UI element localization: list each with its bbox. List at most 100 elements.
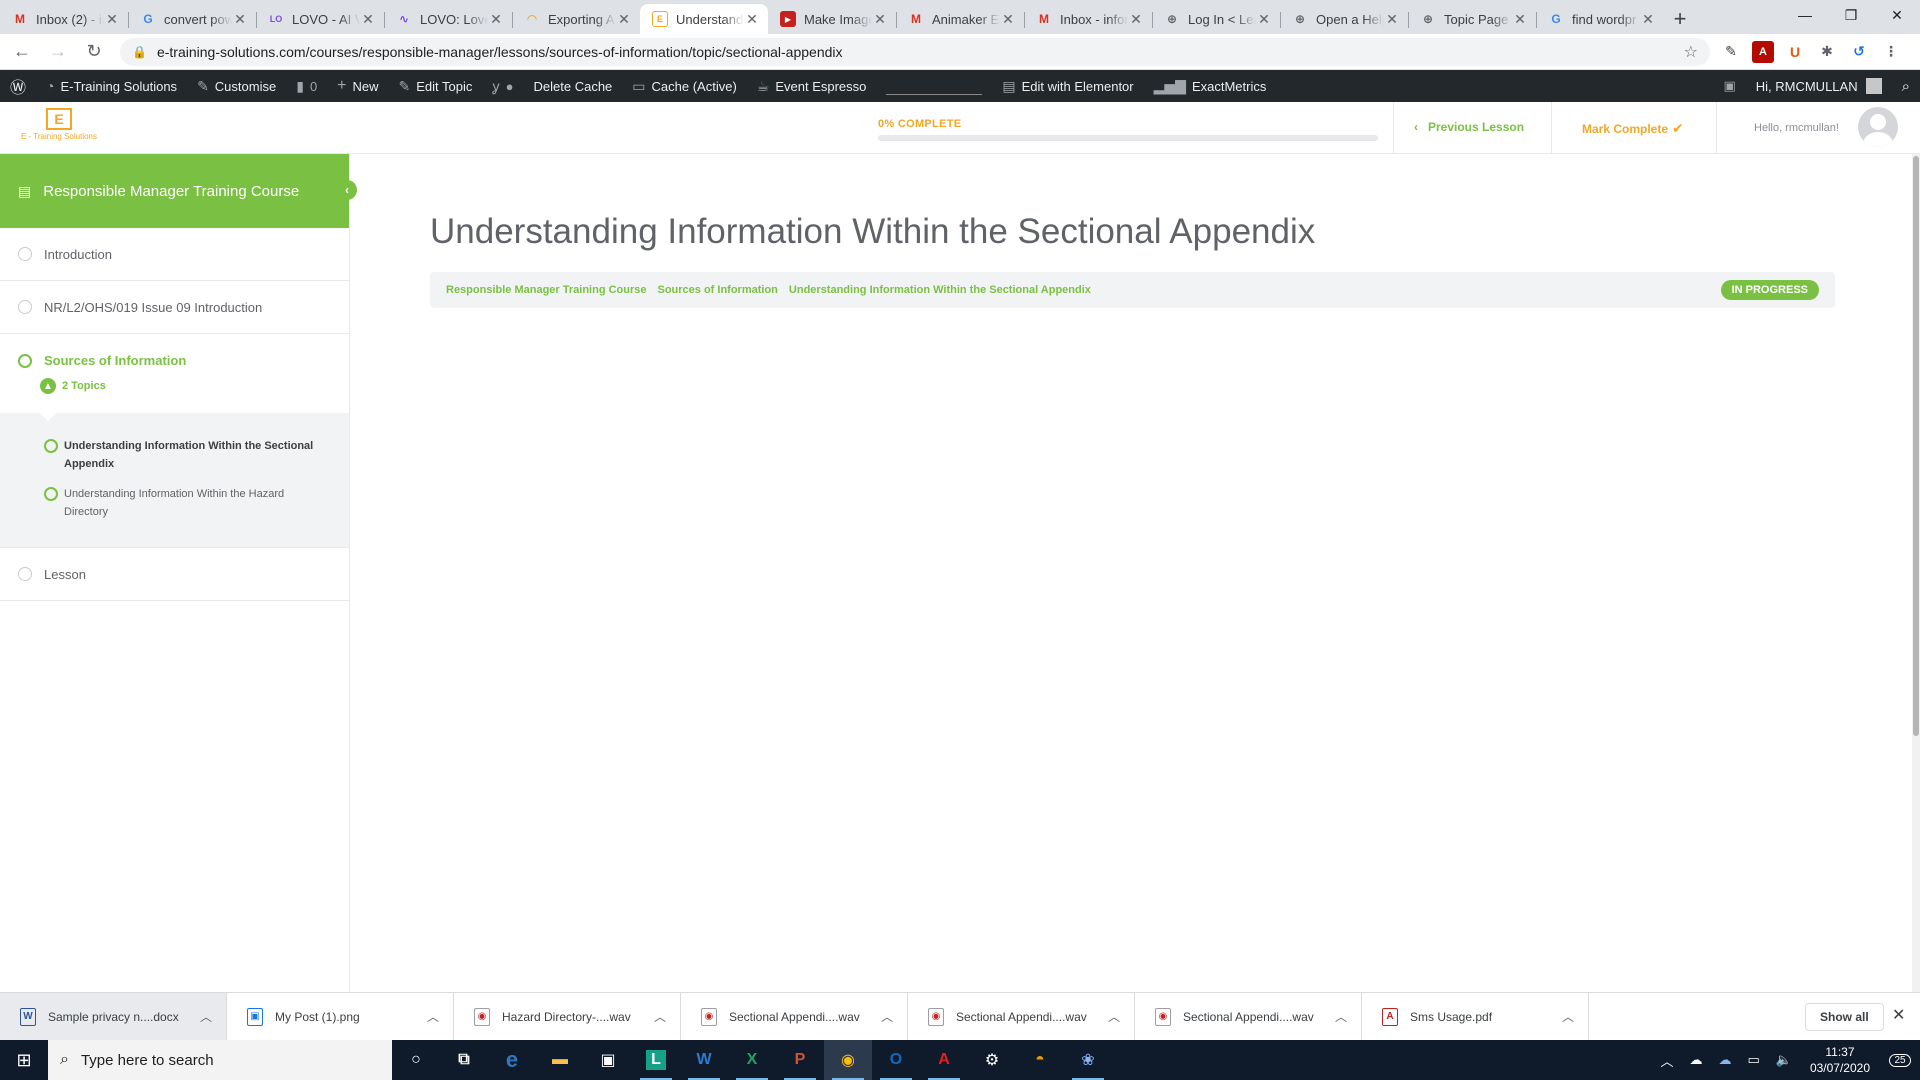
restore-icon[interactable]: ❐ (1828, 0, 1874, 30)
comments-link[interactable]: ▮ 0 (286, 70, 327, 102)
wordpress-logo-icon[interactable]: Ⓦ (0, 70, 36, 102)
close-icon[interactable]: ✕ (104, 11, 120, 28)
address-bar[interactable]: 🔒 e-training-solutions.com/courses/respo… (120, 37, 1710, 66)
download-item[interactable]: ▣ My Post (1).png ︿ (227, 992, 454, 1041)
admin-search-icon[interactable]: ⌕ (1892, 70, 1920, 102)
download-item[interactable]: ◉ Sectional Appendi....wav ︿ (681, 992, 908, 1041)
browser-tab[interactable]: M Animaker En ✕ (896, 4, 1024, 34)
browser-tab[interactable]: ⊕Topic Page C✕ (1408, 4, 1536, 34)
sidebar-lesson-item[interactable]: Introduction (0, 228, 349, 281)
topic-item[interactable]: Understanding Information Within the Haz… (44, 485, 331, 521)
site-name-link[interactable]: ◔ E-Training Solutions (36, 70, 187, 102)
exactmetrics-link[interactable]: ▂▅▇ ExactMetrics (1144, 70, 1277, 102)
close-icon[interactable]: ✕ (488, 11, 504, 28)
sidebar-lesson-current[interactable]: Sources of Information ▲ 2 Topics (0, 334, 349, 413)
browser-tab[interactable]: M Inbox (2) - in ✕ (0, 4, 128, 34)
cloud-sync-icon[interactable]: ☁ (1710, 1052, 1739, 1068)
volume-icon[interactable]: 🔈 (1768, 1052, 1800, 1068)
download-item[interactable]: ◉ Sectional Appendi....wav ︿ (1135, 992, 1362, 1041)
browser-tab[interactable]: ⊕ Open a Help ✕ (1280, 4, 1408, 34)
notification-center-icon[interactable]: 25 (1880, 1040, 1920, 1080)
topics-toggle[interactable]: ▲ 2 Topics (40, 378, 106, 394)
lovo-app-icon[interactable]: L (632, 1040, 680, 1080)
chevron-up-icon[interactable]: ︿ (654, 1008, 666, 1025)
chevron-up-icon[interactable]: ︿ (1335, 1008, 1347, 1025)
scrollbar-thumb[interactable] (1913, 156, 1919, 736)
customise-link[interactable]: ✎ Customise (187, 70, 286, 102)
browser-tab[interactable]: Gfind wordpr ✕ (1536, 4, 1664, 34)
chevron-up-icon[interactable]: ︿ (1108, 1008, 1120, 1025)
new-tab-button[interactable]: + (1664, 4, 1696, 34)
download-item[interactable]: W Sample privacy n....docx ︿ (0, 992, 227, 1041)
sidebar-lesson-item[interactable]: Lesson (0, 548, 349, 601)
extensions-puzzle-icon[interactable]: ✱ (1816, 41, 1838, 63)
taskbar-search-input[interactable]: ⌕ Type here to search (48, 1040, 392, 1080)
chrome-menu-icon[interactable]: ⋮ (1880, 41, 1902, 63)
close-icon[interactable]: ✕ (1128, 11, 1144, 28)
lock-icon[interactable]: 🔒 (132, 45, 147, 59)
chevron-up-icon[interactable]: ︿ (200, 1008, 212, 1025)
sync-extension-icon[interactable]: ↺ (1848, 41, 1870, 63)
edit-topic-link[interactable]: ✎ Edit Topic (389, 70, 483, 102)
close-download-shelf-icon[interactable]: ✕ (1892, 1005, 1905, 1025)
breadcrumb-link-lesson[interactable]: Sources of Information (658, 284, 778, 296)
breadcrumb-link-course[interactable]: Responsible Manager Training Course (446, 284, 647, 296)
chevron-up-icon[interactable]: ︿ (881, 1008, 893, 1025)
close-icon[interactable]: ✕ (232, 11, 248, 28)
close-icon[interactable]: ✕ (1000, 11, 1016, 28)
cache-status-link[interactable]: ▭ Cache (Active) (622, 70, 746, 102)
back-icon[interactable]: ← (8, 38, 36, 66)
eyedropper-extension-icon[interactable]: ✎ (1720, 41, 1742, 63)
chrome-icon[interactable]: ◉ (824, 1040, 872, 1080)
close-icon[interactable]: ✕ (1384, 11, 1400, 28)
delete-cache-link[interactable]: Delete Cache (524, 70, 623, 102)
close-icon[interactable]: ✕ (872, 11, 888, 28)
chevron-up-icon[interactable]: ︿ (427, 1008, 439, 1025)
new-content-link[interactable]: + New (327, 70, 388, 102)
chevron-up-icon[interactable]: ︿ (1562, 1008, 1574, 1025)
yoast-link[interactable]: ỿ ● (482, 70, 523, 102)
close-icon[interactable]: ✕ (360, 11, 376, 28)
onedrive-icon[interactable]: ☁ (1681, 1052, 1710, 1068)
settings-gear-icon[interactable]: ⚙ (968, 1040, 1016, 1080)
close-icon[interactable]: ✕ (1512, 11, 1528, 28)
powerpoint-icon[interactable]: P (776, 1040, 824, 1080)
topic-item-active[interactable]: Understanding Information Within the Sec… (44, 437, 331, 473)
minimize-icon[interactable]: — (1782, 0, 1828, 30)
windows-start-icon[interactable]: ⊞ (0, 1040, 48, 1080)
app-icon[interactable]: ❀ (1064, 1040, 1112, 1080)
browser-tab[interactable]: Gconvert pow ✕ (128, 4, 256, 34)
acrobat-extension-icon[interactable]: A (1752, 40, 1774, 63)
edge-icon[interactable]: e (488, 1040, 536, 1080)
user-avatar[interactable] (1858, 107, 1898, 147)
download-item[interactable]: A Sms Usage.pdf ︿ (1362, 992, 1589, 1041)
event-espresso-link[interactable]: ☕ Event Espresso (747, 70, 877, 102)
app-icon[interactable]: ◓ (1016, 1040, 1064, 1080)
show-all-downloads-button[interactable]: Show all (1805, 1003, 1884, 1031)
outlook-icon[interactable]: O (872, 1040, 920, 1080)
bookmark-star-icon[interactable]: ☆ (1684, 42, 1698, 62)
sidebar-collapse-button[interactable]: ‹ (337, 180, 357, 200)
cortana-icon[interactable]: ○ (392, 1040, 440, 1080)
sidebar-lesson-item[interactable]: NR/L2/OHS/019 Issue 09 Introduction (0, 281, 349, 334)
close-icon[interactable]: ✕ (744, 11, 760, 28)
network-icon[interactable]: ▭ (1739, 1052, 1767, 1068)
file-explorer-icon[interactable]: ▬ (536, 1040, 584, 1080)
browser-tab[interactable]: ◠ Exporting A ✕ (512, 4, 640, 34)
forward-icon[interactable]: → (44, 38, 72, 66)
notifications-icon[interactable]: ▣ (1713, 70, 1745, 102)
browser-tab[interactable]: M Inbox - infor ✕ (1024, 4, 1152, 34)
course-title-bar[interactable]: ▤ Responsible Manager Training Course ‹ (0, 154, 357, 228)
close-icon[interactable]: ✕ (616, 11, 632, 28)
ublock-extension-icon[interactable]: U (1784, 41, 1806, 63)
reload-icon[interactable]: ↻ (80, 38, 108, 66)
taskbar-clock[interactable]: 11:37 03/07/2020 (1800, 1044, 1880, 1076)
browser-tab[interactable]: LO LOVO - AI V ✕ (256, 4, 384, 34)
close-icon[interactable]: ✕ (1640, 11, 1656, 28)
breadcrumb-link-topic[interactable]: Understanding Information Within the Sec… (789, 284, 1091, 296)
browser-tab[interactable]: ▶ Make Image ✕ (768, 4, 896, 34)
site-logo[interactable]: E E - Training Solutions (14, 108, 104, 148)
browser-tab[interactable]: ∿ LOVO: Love ✕ (384, 4, 512, 34)
close-icon[interactable]: ✕ (1256, 11, 1272, 28)
download-item[interactable]: ◉ Sectional Appendi....wav ︿ (908, 992, 1135, 1041)
